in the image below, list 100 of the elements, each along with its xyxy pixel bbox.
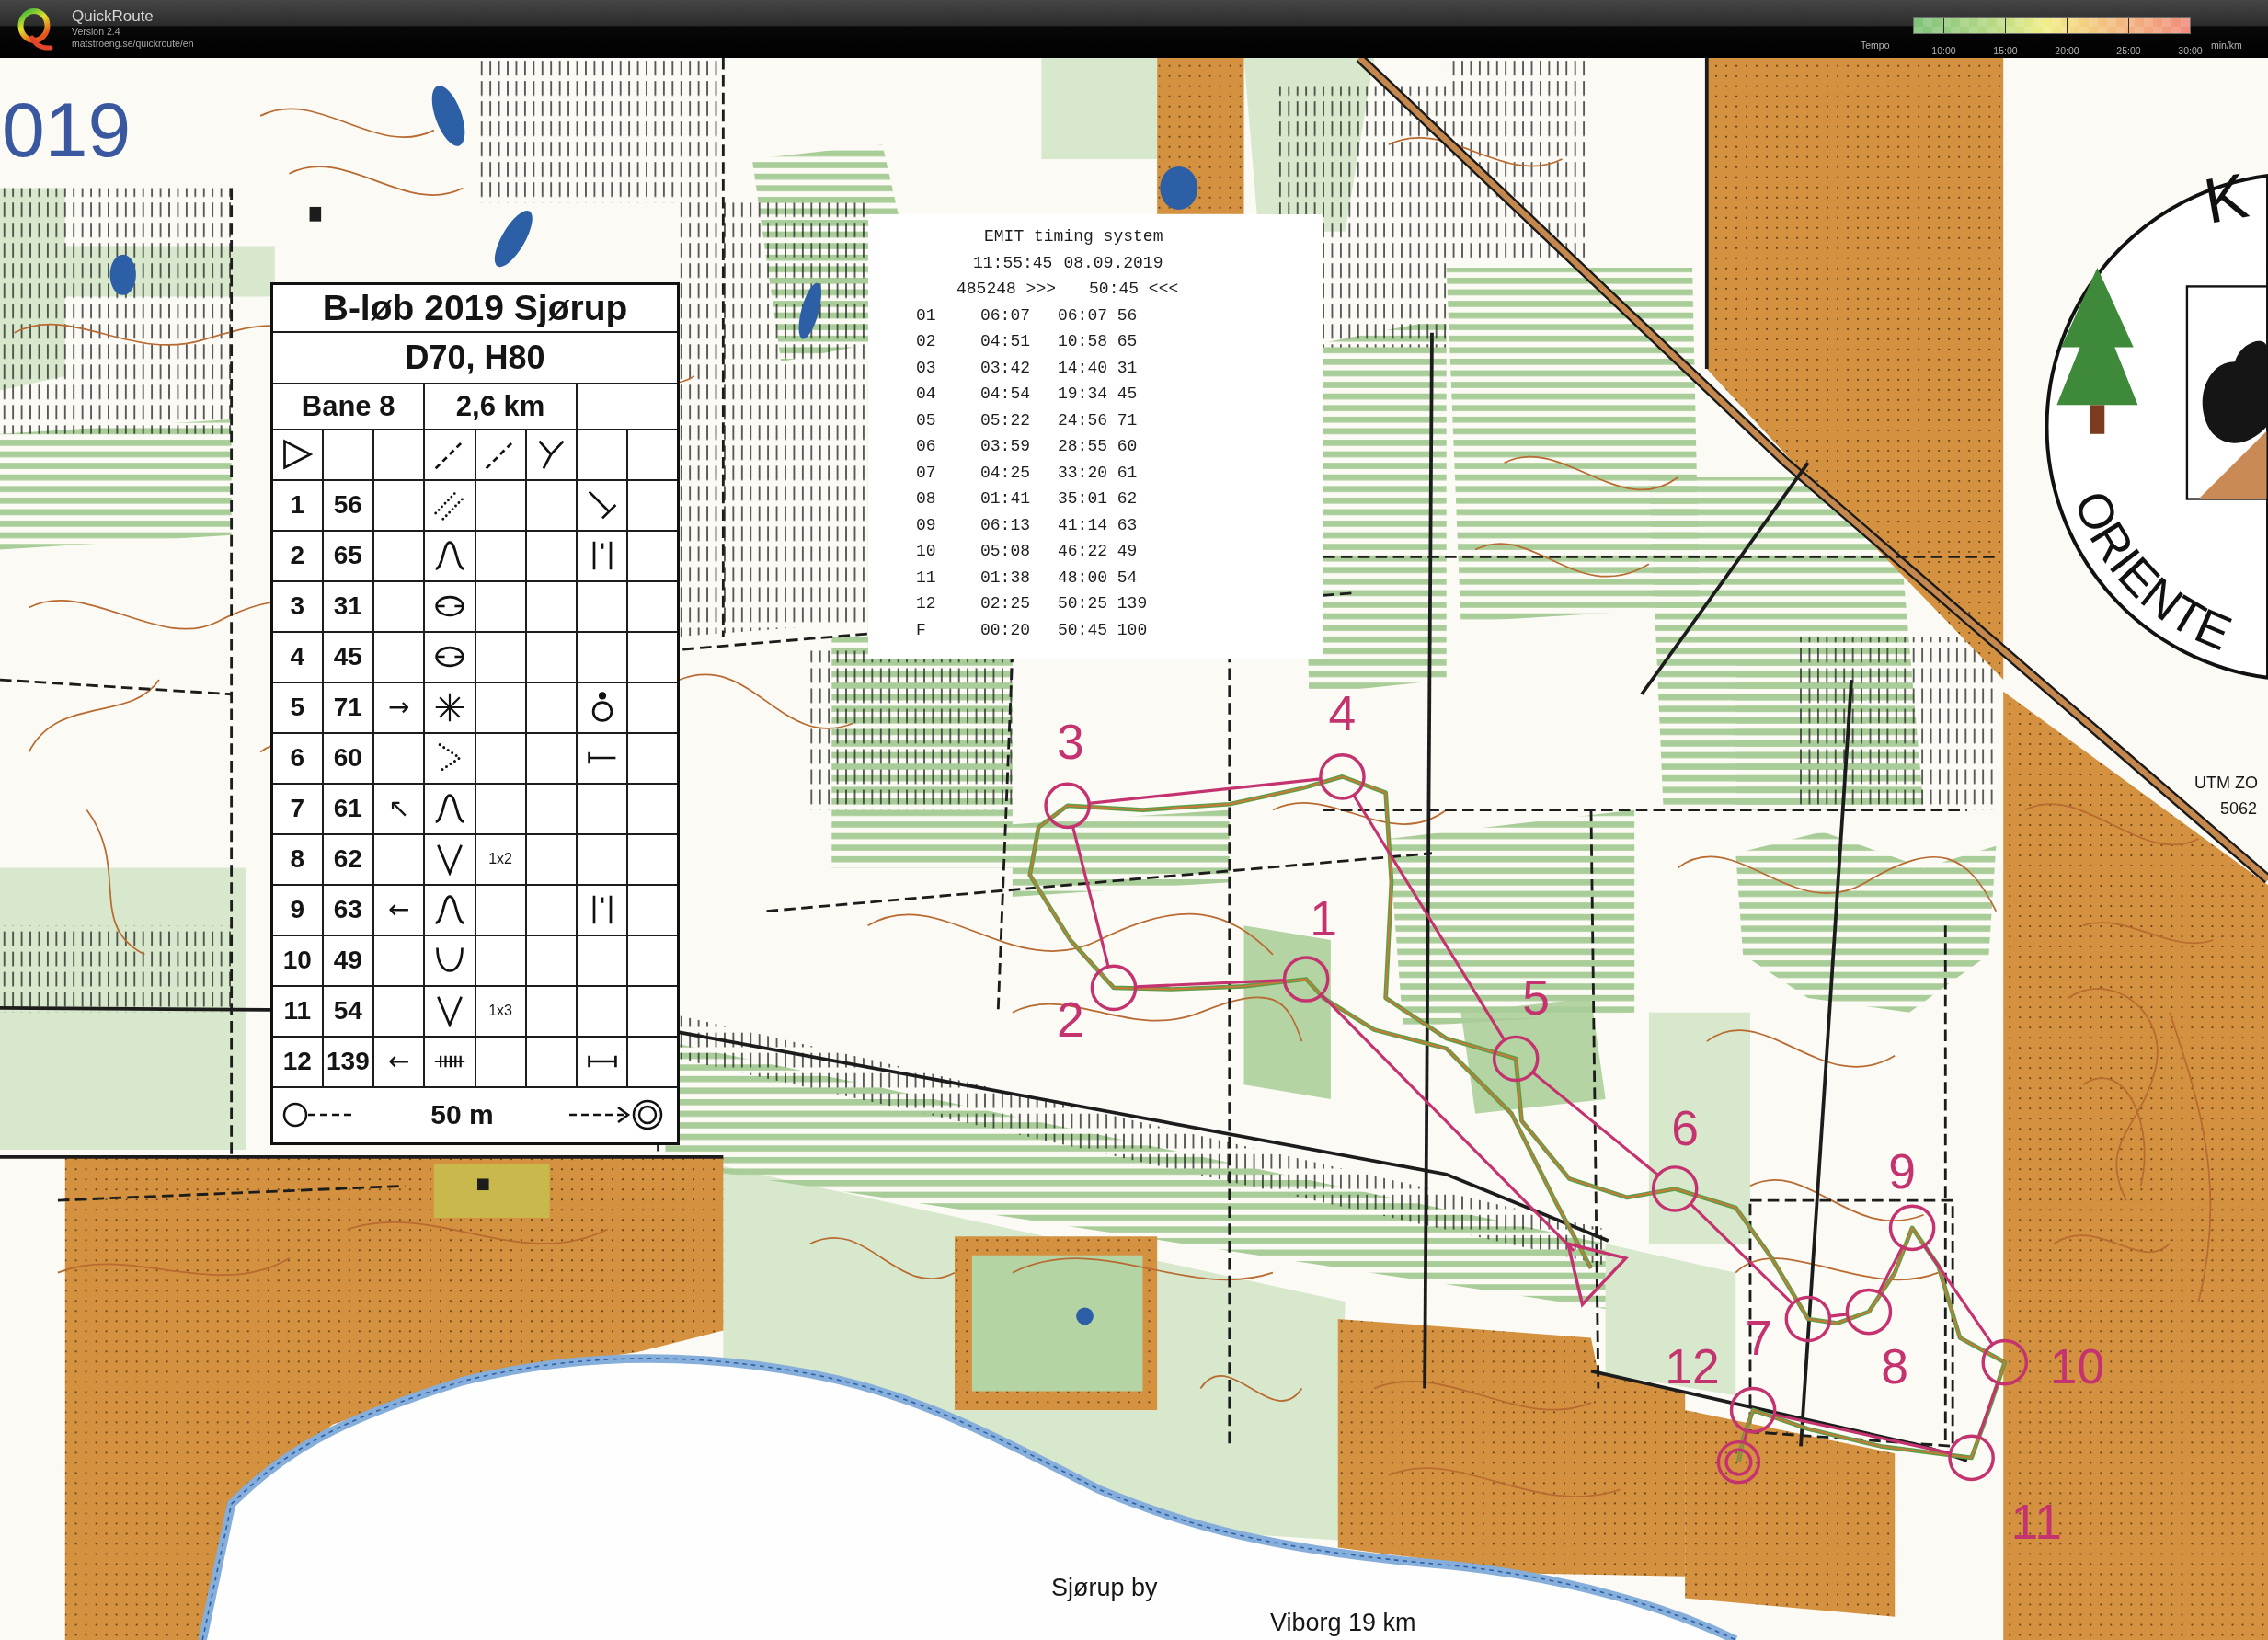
split-control: 12 [916, 591, 936, 617]
control-code: 65 [322, 530, 373, 581]
control-circle-icon [1282, 956, 1330, 1003]
elapsed-time: 19:34 45 [1058, 384, 1138, 405]
split-time: 04:25 [980, 462, 1030, 484]
control-code: 54 [322, 985, 373, 1037]
control-number: 1 [271, 479, 323, 531]
control-number-label: 8 [1881, 1339, 1909, 1394]
control-circle-icon [1784, 1295, 1832, 1343]
receipt-time: 11:55:45 [973, 252, 1053, 274]
split-control: 05 [916, 407, 936, 433]
elapsed-time: 24:56 71 [1058, 409, 1138, 431]
control-number-label: 12 [1665, 1339, 1720, 1394]
control-circle-icon [1981, 1338, 2029, 1386]
control-code: 31 [322, 580, 373, 632]
elapsed-time: 41:14 63 [1058, 514, 1138, 536]
course-name: Bane 8 [271, 383, 425, 430]
split-control: 07 [916, 459, 936, 486]
website-text: matstroeng.se/quickroute/en [72, 38, 194, 50]
control-circle-icon [1888, 1204, 1936, 1252]
finish-time: 50:45 <<< [1089, 279, 1179, 300]
control-number-label: 9 [1888, 1144, 1916, 1199]
app-logo-icon [17, 7, 53, 52]
tick-label: 30:00 [2178, 45, 2203, 56]
control-code: 49 [322, 935, 373, 986]
map-title-text: 019 [2, 91, 132, 168]
card-number: 485248 >>> [956, 279, 1057, 300]
tick-label: 25:00 [2116, 45, 2141, 56]
version-text: Version 2.4 [72, 26, 121, 38]
control-number-label: 2 [1056, 992, 1084, 1047]
split-control: 04 [916, 381, 936, 407]
unit-label: min/km [2211, 39, 2242, 52]
control-number: 5 [271, 682, 323, 733]
arrow-target-icon [568, 1099, 664, 1131]
elapsed-time: 14:40 31 [1058, 357, 1138, 379]
control-code: 63 [322, 884, 373, 935]
elapsed-time: 50:25 139 [1058, 593, 1148, 614]
split-time: 01:38 [980, 567, 1030, 589]
control-number: 4 [271, 631, 323, 682]
app-title: QuickRoute [72, 7, 155, 26]
course-leg-line [1877, 1246, 1904, 1293]
road-name: Viborg 19 km [1270, 1611, 1416, 1635]
elapsed-time: 28:55 60 [1058, 436, 1138, 457]
control-number: 11 [271, 985, 323, 1037]
control-code: 61 [322, 783, 373, 834]
split-time: 01:41 [980, 488, 1030, 510]
dimension-text: 1x2 [475, 833, 526, 885]
control-number-label: 3 [1056, 715, 1084, 770]
control-number-label: 6 [1671, 1100, 1700, 1155]
control-number: 9 [271, 884, 323, 935]
tempo-label: Tempo [1861, 39, 1890, 52]
course-length: 2,6 km [424, 383, 577, 430]
control-number-label: 11 [2010, 1494, 2063, 1549]
split-control: 02 [916, 328, 936, 355]
control-number: 6 [271, 732, 323, 784]
split-control: 10 [916, 538, 936, 565]
grid-label: 5062 [2220, 800, 2258, 817]
control-number-label: 5 [1522, 970, 1551, 1026]
receipt-title: EMIT timing system [984, 226, 1163, 247]
course-leg-line [1976, 1382, 1999, 1439]
split-control: 11 [916, 564, 936, 591]
control-number: 8 [271, 833, 323, 885]
tick-label: 20:00 [2055, 45, 2079, 56]
control-number-label: 1 [1310, 890, 1337, 946]
course-leg-line [1743, 1430, 1749, 1442]
split-time: 03:42 [980, 357, 1030, 379]
control-circle-icon [1044, 782, 1091, 830]
control-circle-icon [1651, 1165, 1699, 1212]
control-code: 56 [322, 479, 373, 531]
tick-label: 15:00 [1993, 45, 2018, 56]
elapsed-time: 06:07 56 [1058, 304, 1138, 327]
control-code: 45 [322, 631, 373, 682]
split-time: 06:07 [980, 304, 1030, 327]
control-code: 62 [322, 833, 373, 885]
split-control: 03 [916, 354, 936, 381]
control-number: 3 [271, 580, 323, 632]
split-time: 06:13 [980, 514, 1030, 536]
elapsed-time: 33:20 61 [1058, 462, 1138, 484]
control-circle-icon [1845, 1288, 1893, 1336]
triangle-icon [281, 438, 315, 471]
elapsed-time: 46:22 49 [1058, 541, 1138, 562]
control-number: 10 [271, 935, 323, 986]
split-control: 08 [916, 486, 936, 512]
control-circle-icon [1948, 1434, 1995, 1482]
control-circle-icon [1090, 964, 1138, 1012]
control-number: 7 [271, 783, 323, 834]
finish-circle-icon [1716, 1439, 1761, 1485]
control-code: 71 [322, 682, 373, 733]
grid-label: UTM ZO [2194, 774, 2258, 791]
control-code: 60 [322, 732, 373, 784]
split-time: 04:54 [980, 384, 1030, 405]
distance-text: 50 m [430, 1101, 494, 1130]
control-number: 2 [271, 530, 323, 581]
split-time: 02:25 [980, 593, 1030, 614]
split-time: 00:20 [980, 619, 1030, 641]
elapsed-time: 50:45 100 [1058, 619, 1148, 641]
split-control: F [916, 616, 926, 643]
split-time: 04:51 [980, 331, 1030, 352]
split-time: 05:22 [980, 409, 1030, 431]
control-circle-icon [1729, 1386, 1777, 1434]
